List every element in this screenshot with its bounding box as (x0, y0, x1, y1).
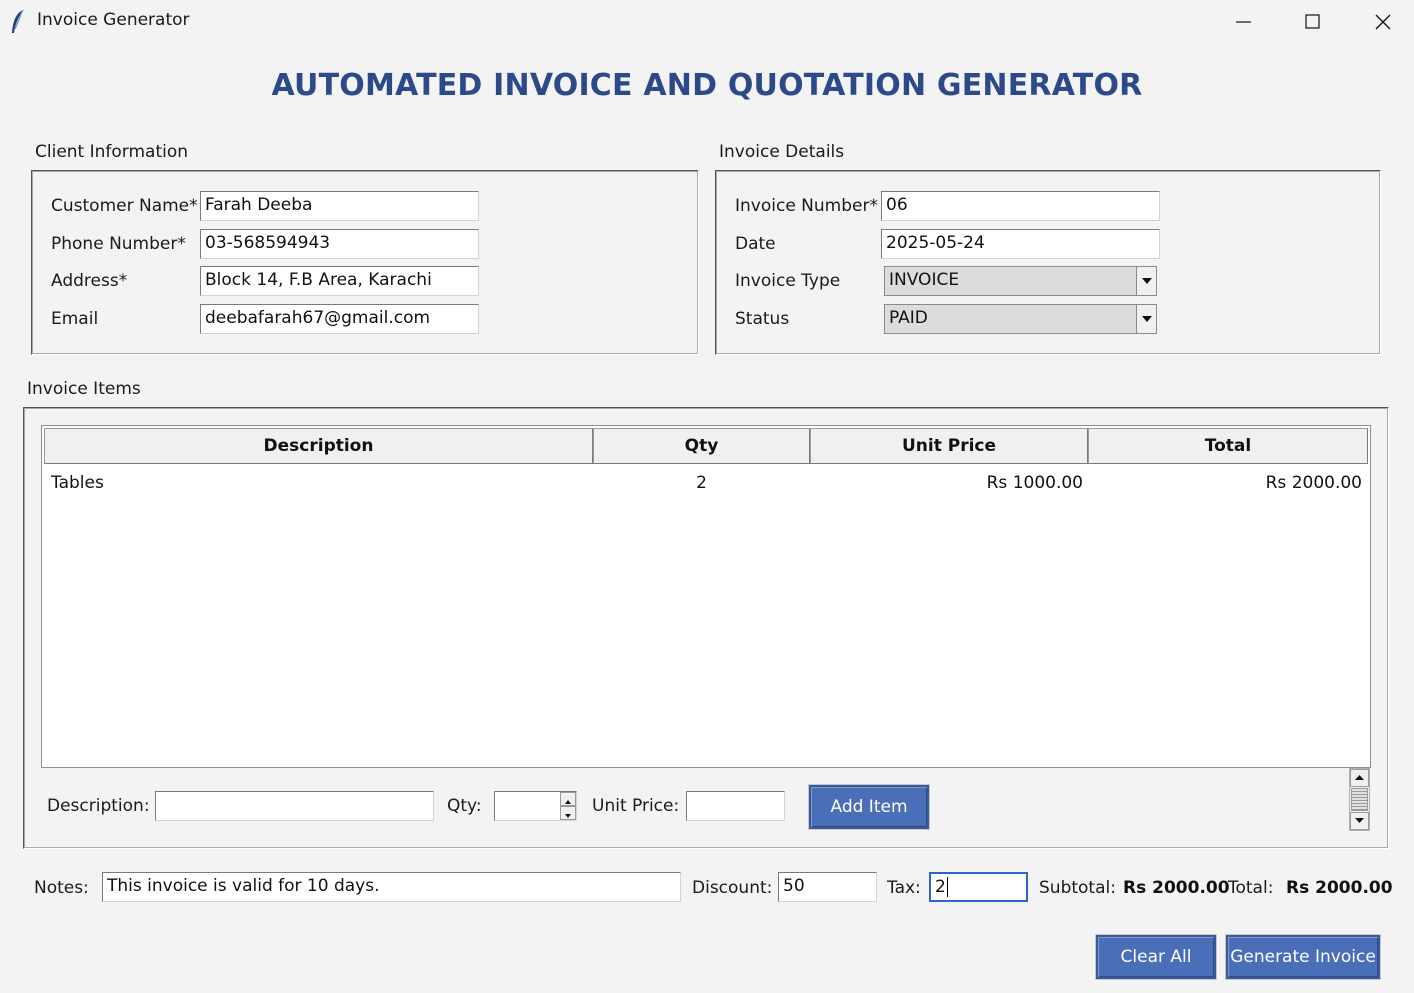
cell-total: Rs 2000.00 (1265, 473, 1362, 493)
tax-label: Tax: (887, 878, 921, 898)
date-input[interactable]: 2025-05-24 (881, 229, 1160, 259)
chevron-down-icon[interactable] (1136, 267, 1156, 295)
address-label: Address* (51, 271, 128, 291)
column-header-qty[interactable]: Qty (593, 428, 810, 464)
chevron-down-icon[interactable] (1136, 305, 1156, 333)
subtotal-label: Subtotal: (1039, 878, 1116, 898)
notes-input[interactable]: This invoice is valid for 10 days. (102, 872, 681, 902)
item-unit-price-label: Unit Price: (592, 796, 680, 816)
scroll-up-button[interactable] (1350, 769, 1369, 787)
text-caret (946, 877, 948, 897)
cell-qty: 2 (696, 473, 707, 493)
discount-label: Discount: (692, 878, 773, 898)
item-qty-label: Qty: (447, 796, 482, 816)
window-title: Invoice Generator (37, 10, 190, 30)
scroll-thumb[interactable] (1351, 788, 1368, 811)
invoice-number-input[interactable]: 06 (881, 191, 1160, 221)
tax-value: 2 (935, 877, 946, 897)
column-header-description[interactable]: Description (44, 428, 593, 464)
item-description-input[interactable] (155, 791, 434, 821)
cell-description: Tables (51, 473, 104, 493)
item-unit-price-input[interactable] (686, 791, 785, 821)
minimize-button[interactable] (1209, 0, 1279, 44)
qty-increment-button[interactable] (560, 792, 576, 806)
items-section-label: Invoice Items (27, 379, 141, 399)
items-table[interactable]: Description Qty Unit Price Total Tables … (41, 425, 1371, 768)
add-item-button[interactable]: Add Item (808, 784, 930, 830)
customer-name-input[interactable]: Farah Deeba (200, 191, 479, 221)
notes-label: Notes: (34, 878, 89, 898)
status-select[interactable]: PAID (884, 304, 1157, 334)
details-section-label: Invoice Details (719, 142, 845, 162)
invoice-type-value: INVOICE (889, 270, 960, 290)
title-bar: Invoice Generator (0, 0, 1414, 44)
maximize-button[interactable] (1278, 0, 1348, 44)
clear-all-button[interactable]: Clear All (1095, 934, 1217, 980)
total-label: Total: (1228, 878, 1274, 898)
discount-input[interactable]: 50 (778, 872, 877, 902)
cell-unit-price: Rs 1000.00 (986, 473, 1083, 493)
arrow-down-icon (1355, 818, 1364, 823)
column-header-unit-price[interactable]: Unit Price (810, 428, 1088, 464)
column-header-total[interactable]: Total (1088, 428, 1368, 464)
scroll-down-button[interactable] (1350, 812, 1369, 830)
customer-name-label: Customer Name* (51, 196, 198, 216)
invoice-type-select[interactable]: INVOICE (884, 266, 1157, 296)
arrow-down-icon (565, 814, 571, 818)
invoice-type-label: Invoice Type (735, 271, 841, 291)
date-label: Date (735, 234, 776, 254)
arrow-up-icon (1355, 775, 1364, 780)
feather-icon (10, 9, 26, 35)
generate-invoice-button[interactable]: Generate Invoice (1225, 934, 1381, 980)
email-input[interactable]: deebafarah67@gmail.com (200, 304, 479, 334)
qty-decrement-button[interactable] (560, 806, 576, 820)
total-value: Rs 2000.00 (1286, 878, 1393, 898)
invoice-number-label: Invoice Number* (735, 196, 878, 216)
item-qty-spinbox[interactable] (494, 791, 577, 821)
phone-number-input[interactable]: 03-568594943 (200, 229, 479, 259)
tax-input[interactable]: 2 (929, 872, 1028, 902)
close-button[interactable] (1348, 0, 1414, 44)
email-label: Email (51, 309, 99, 329)
status-label: Status (735, 309, 790, 329)
address-input[interactable]: Block 14, F.B Area, Karachi (200, 266, 479, 296)
items-scrollbar[interactable] (1349, 768, 1370, 831)
phone-number-label: Phone Number* (51, 234, 186, 254)
client-section-label: Client Information (35, 142, 189, 162)
status-value: PAID (889, 308, 928, 328)
page-title: AUTOMATED INVOICE AND QUOTATION GENERATO… (271, 68, 1143, 103)
subtotal-value: Rs 2000.00 (1123, 878, 1230, 898)
item-description-label: Description: (47, 796, 150, 816)
